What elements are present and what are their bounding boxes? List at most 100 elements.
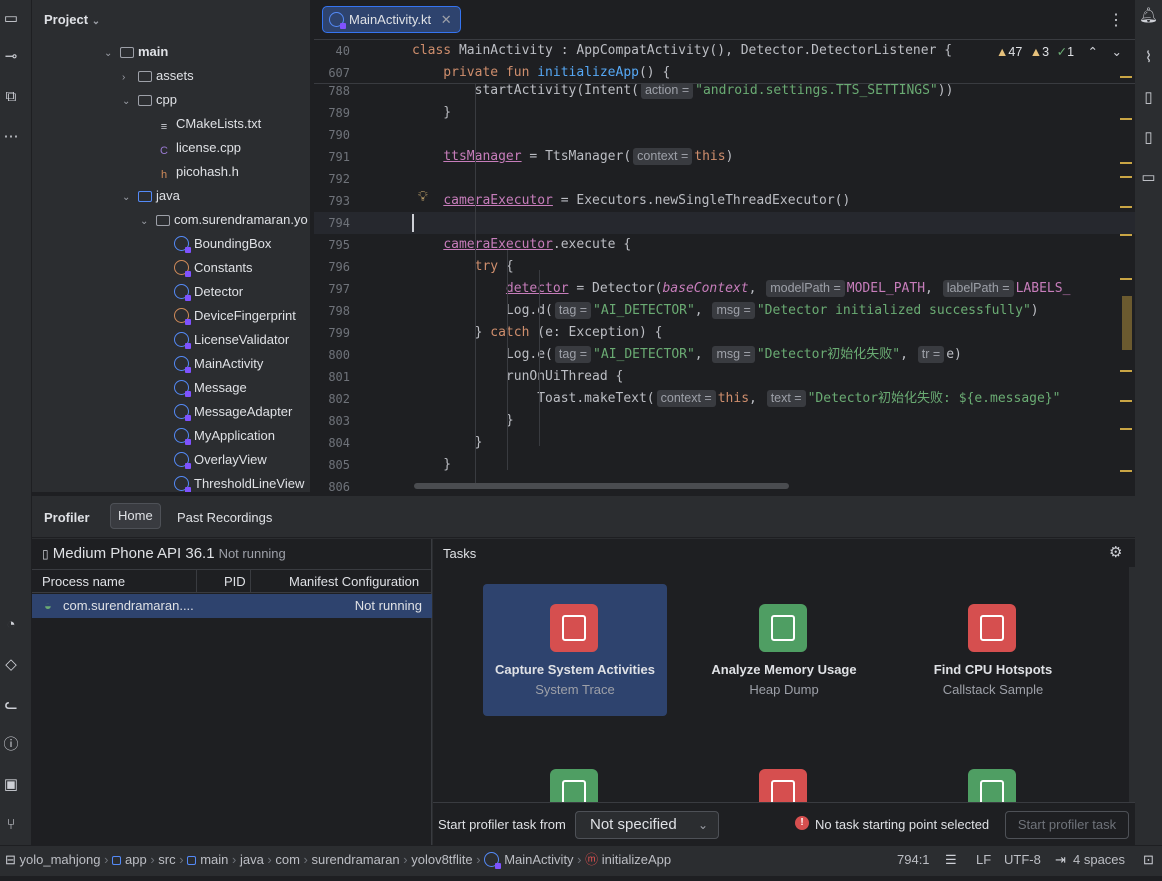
chat-icon[interactable]: ▭ [1135, 166, 1162, 190]
tree-item[interactable]: Message [158, 377, 247, 399]
folder-icon [120, 47, 134, 58]
device-manager-icon[interactable]: ▯ [1135, 86, 1162, 110]
inspection-widget[interactable]: ▲47 ▲3 ✓1 ⌃ ⌄ [996, 44, 1122, 59]
process-row[interactable]: ◒ com.surendramaran.... Not running [32, 594, 432, 618]
tree-item[interactable]: LicenseValidator [158, 329, 289, 351]
lock-icon[interactable]: ⊡ [1143, 846, 1154, 874]
git-icon[interactable]: ⑂ [0, 814, 22, 836]
warning-stripe[interactable] [1120, 118, 1132, 120]
close-icon[interactable]: ✕ [441, 12, 452, 27]
tab-past-recordings[interactable]: Past Recordings [177, 510, 272, 525]
column-divider[interactable] [250, 570, 251, 592]
tree-item[interactable]: DeviceFingerprint [158, 305, 296, 327]
chevron-down-icon[interactable]: ⌄ [122, 187, 138, 209]
col-manifest-configuration[interactable]: Manifest Configuration [289, 574, 419, 589]
notifications-icon[interactable]: 🔔︎ [1135, 4, 1162, 28]
chevron-down-icon[interactable]: ⌄ [122, 91, 138, 113]
tree-item[interactable]: MyApplication [158, 425, 275, 447]
breadcrumb-item[interactable]: yolov8tflite [411, 852, 472, 867]
tree-item[interactable]: Detector [158, 281, 243, 303]
tree-item[interactable]: ThresholdLineView [158, 473, 304, 492]
code-text: try { [412, 256, 514, 278]
tab-home[interactable]: Home [110, 503, 161, 529]
breadcrumb-item[interactable]: app [112, 852, 147, 867]
kotlin-class-icon [174, 452, 191, 469]
chevron-down-icon[interactable]: ⌄ [104, 43, 120, 65]
tree-item[interactable]: OverlayView [158, 449, 267, 471]
running-devices-icon[interactable]: ▯ [1135, 126, 1162, 150]
tree-item-label: MessageAdapter [194, 404, 293, 419]
warning-stripe[interactable] [1120, 206, 1132, 208]
task-card[interactable]: Analyze Memory Usage Heap Dump [692, 584, 876, 716]
line-ending[interactable]: LF [976, 846, 991, 874]
tasks-scrollbar[interactable] [1129, 567, 1135, 803]
tree-item[interactable]: ⌄ java [122, 185, 180, 207]
breadcrumb-item[interactable]: ⓜ initializeApp [585, 852, 671, 867]
breadcrumb-item[interactable]: com [275, 852, 300, 867]
breadcrumb-item[interactable]: main [187, 852, 228, 867]
tree-item[interactable]: Constants [158, 257, 253, 279]
warning-stripe[interactable] [1120, 162, 1132, 164]
more-options-icon[interactable]: ⋮ [1108, 10, 1124, 30]
caret-position[interactable]: 794:1 [897, 846, 930, 874]
warning-stripe[interactable] [1120, 76, 1132, 78]
project-title[interactable]: Project ⌄ [44, 12, 100, 27]
warning-stripe[interactable] [1120, 234, 1132, 236]
tree-item[interactable]: ⌄ main [104, 41, 168, 63]
file-encoding[interactable]: UTF-8 [1004, 846, 1041, 874]
code-token: )) [937, 83, 954, 98]
start-from-select[interactable]: Not specified ⌄ [575, 811, 719, 839]
chevron-down-icon[interactable]: ⌄ [1111, 45, 1121, 59]
folder-icon[interactable]: ▭ [0, 8, 22, 30]
warning-stripe[interactable] [1120, 470, 1132, 472]
gem-icon[interactable]: ◇ [0, 654, 22, 676]
warning-stripe[interactable] [1120, 400, 1132, 402]
tree-item[interactable]: ⌄ com.surendramaran.yo [140, 209, 308, 231]
col-pid[interactable]: PID [224, 574, 246, 589]
warning-stripe[interactable] [1120, 370, 1132, 372]
formatting-icon[interactable]: ☰ [945, 846, 957, 874]
tree-item[interactable]: › assets [122, 65, 194, 87]
breadcrumb-item[interactable]: MainActivity [484, 852, 574, 869]
breadcrumb-item[interactable]: src [158, 852, 175, 867]
commit-icon[interactable]: ⊸ [0, 46, 22, 68]
tree-item[interactable]: ≡ CMakeLists.txt [140, 113, 261, 135]
gradle-icon[interactable]: ⌇ [1135, 46, 1162, 70]
profiler-icon[interactable]: ◔ [0, 614, 22, 636]
structure-icon[interactable]: ⧉ [0, 86, 22, 108]
problems-icon[interactable]: ⓘ [0, 734, 22, 756]
warning-stripe[interactable] [1120, 428, 1132, 430]
tab-mainactivity[interactable]: MainActivity.kt ✕ [322, 6, 461, 33]
tree-item[interactable]: h picohash.h [140, 161, 239, 183]
breadcrumb-item[interactable]: java [240, 852, 264, 867]
task-card[interactable]: Capture System Activities System Trace [483, 584, 667, 716]
tree-item[interactable]: MessageAdapter [158, 401, 292, 423]
lightbulb-icon[interactable]: 💡︎ [418, 188, 428, 205]
editor-horizontal-scrollbar[interactable] [414, 483, 789, 489]
terminal-icon[interactable]: ▣ [0, 774, 22, 796]
more-icon[interactable]: ⋯ [0, 126, 22, 148]
chevron-down-icon[interactable]: ⌄ [140, 211, 156, 233]
task-card[interactable]: Find CPU Hotspots Callstack Sample [901, 584, 1085, 716]
col-process-name[interactable]: Process name [42, 574, 125, 589]
tree-item[interactable]: BoundingBox [158, 233, 271, 255]
breadcrumb-item[interactable]: surendramaran [312, 852, 400, 867]
warning-stripe[interactable] [1120, 176, 1132, 178]
indent-setting[interactable]: 4 spaces [1073, 846, 1125, 874]
tree-item[interactable]: MainActivity [158, 353, 263, 375]
start-profiler-task-button[interactable]: Start profiler task [1005, 811, 1129, 839]
cat-icon[interactable]: ᓚ [0, 694, 22, 716]
column-divider[interactable] [196, 570, 197, 592]
warning-stripe[interactable] [1120, 278, 1132, 280]
line-number: 800 [328, 348, 350, 362]
breadcrumb-separator-icon: › [175, 852, 188, 867]
code-token: = TtsManager( [521, 149, 632, 164]
editor-scroll-thumb[interactable] [1122, 296, 1132, 350]
tree-item[interactable]: ⌄ cpp [122, 89, 177, 111]
tree-item[interactable]: Clicense.cpp [140, 137, 241, 159]
chevron-up-icon[interactable]: ⌃ [1088, 45, 1098, 59]
chevron-right-icon[interactable]: › [122, 67, 138, 89]
breadcrumb-item[interactable]: ⊟ yolo_mahjong [5, 852, 100, 867]
settings-gear-icon[interactable]: ⚙ [1109, 543, 1122, 561]
